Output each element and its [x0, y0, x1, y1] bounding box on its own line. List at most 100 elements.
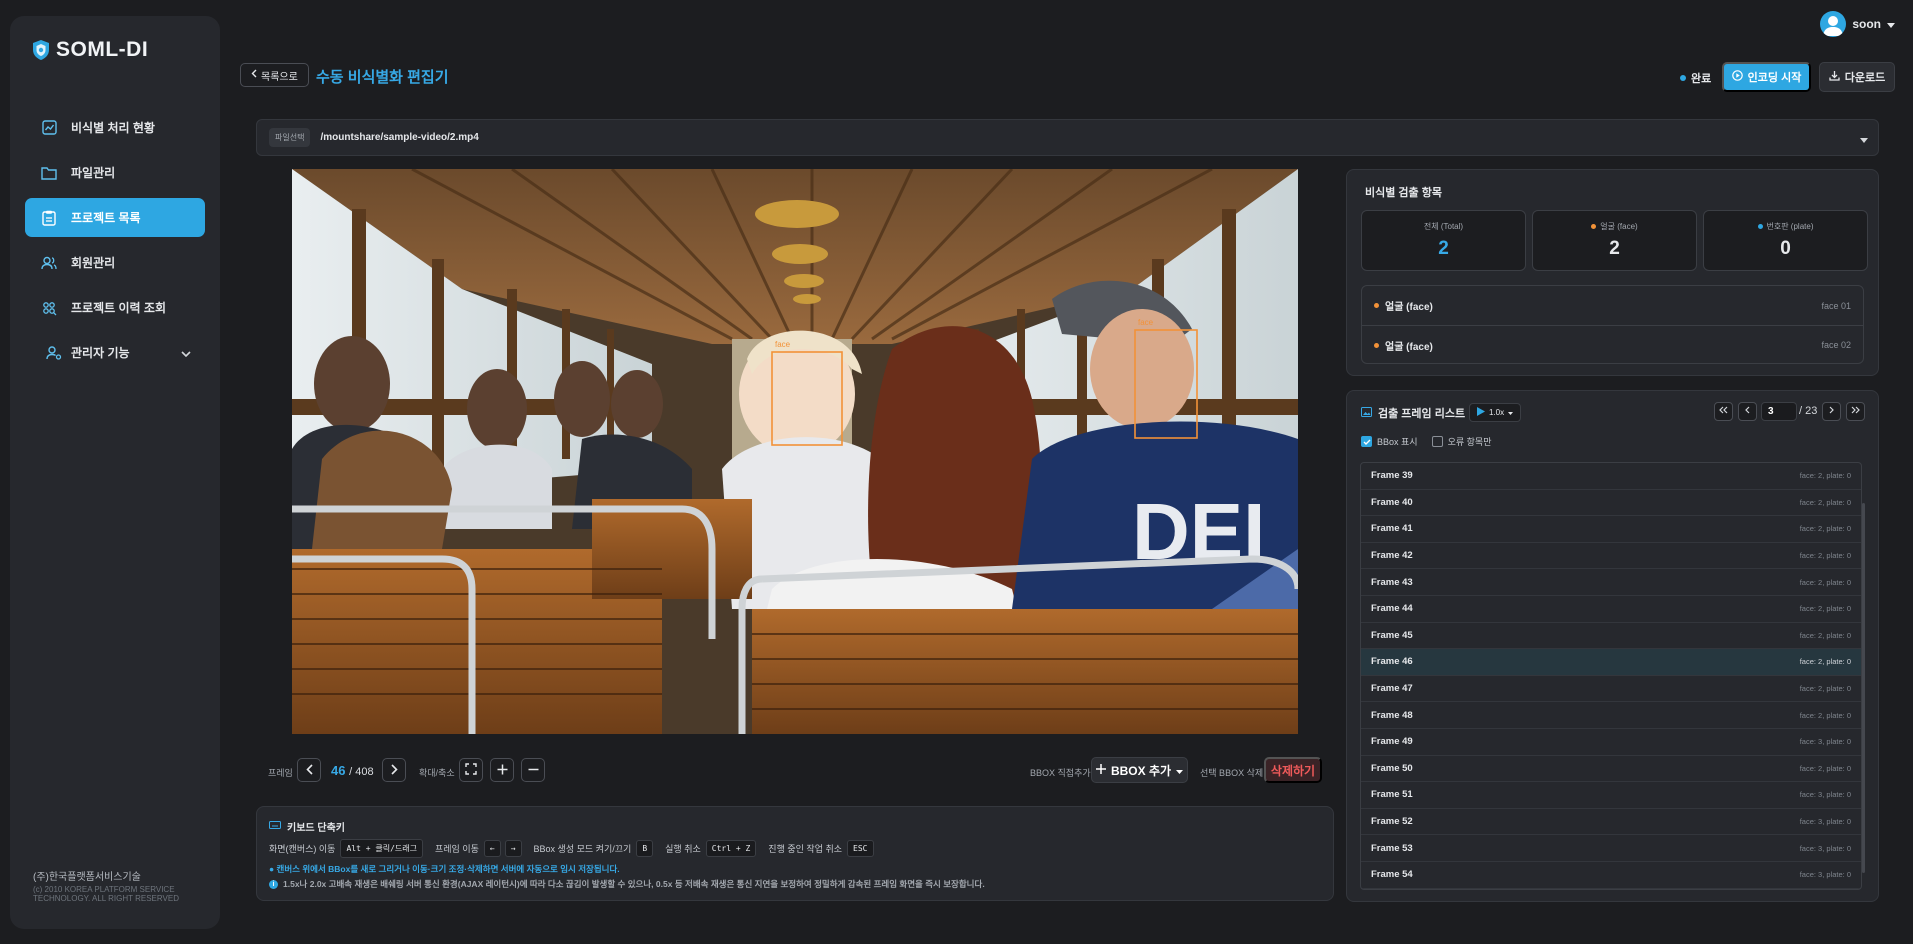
avatar: [1820, 11, 1847, 37]
double-chevron-right-icon: [1851, 406, 1860, 417]
playback-note: i 1.5x나 2.0x 고배속 재생은 배쉐링 서버 통신 환경(AJAX 레…: [269, 878, 985, 890]
frame-meta: face: 2, plate: 0: [1799, 497, 1851, 507]
show-bbox-checkbox[interactable]: BBox 표시: [1361, 435, 1418, 448]
company-name: (주)한국플랫폼서비스기술: [33, 872, 141, 883]
frame-list-item[interactable]: Frame 53 face: 3, plate: 0: [1361, 835, 1861, 862]
page-input[interactable]: 3: [1761, 402, 1797, 421]
frame-list-item[interactable]: Frame 50 face: 2, plate: 0: [1361, 756, 1861, 783]
face-dot: [1374, 303, 1379, 308]
frame-list-item[interactable]: Frame 40 face: 2, plate: 0: [1361, 490, 1861, 517]
first-page-button[interactable]: [1714, 402, 1733, 421]
playback-note-text: 1.5x나 2.0x 고배속 재생은 배쉐링 서버 통신 환경(AJAX 레이턴…: [283, 879, 985, 889]
detection-item[interactable]: 얼굴 (face) face 02: [1362, 325, 1863, 364]
shortcut-label: 화면(캔버스) 이동: [269, 844, 336, 854]
chevron-left-icon: [251, 69, 257, 81]
next-page-button[interactable]: [1822, 402, 1841, 421]
frame-list-item[interactable]: Frame 44 face: 2, plate: 0: [1361, 596, 1861, 623]
playback-speed-button[interactable]: 1.0x: [1469, 403, 1522, 422]
prev-page-button[interactable]: [1738, 402, 1757, 421]
frame-list-item[interactable]: Frame 47 face: 2, plate: 0: [1361, 676, 1861, 703]
file-select[interactable]: 파일선택 /mountshare/sample-video/2.mp4: [256, 119, 1879, 156]
sidebar-item-label: 파일관리: [71, 166, 116, 180]
zoom-in-button[interactable]: [490, 758, 514, 782]
frame-list-item[interactable]: Frame 43 face: 2, plate: 0: [1361, 569, 1861, 596]
frame-list-item[interactable]: Frame 54 face: 3, plate: 0: [1361, 862, 1861, 889]
stat-label: 얼굴 (face): [1533, 221, 1696, 232]
status-dot: [1680, 75, 1686, 81]
frame-counter: 46 / 408: [331, 763, 374, 778]
detection-label: 얼굴 (face): [1385, 341, 1433, 353]
back-label: 목록으로: [261, 71, 298, 83]
status-badge: 완료: [1680, 70, 1711, 86]
stats-title: 비식별 검출 항목: [1365, 187, 1442, 199]
frame-list-item[interactable]: Frame 49 face: 3, plate: 0: [1361, 729, 1861, 756]
frame-list-panel: 검출 프레임 리스트 1.0x BBox 표시 오류 항목만 Frame 39 f…: [1346, 390, 1879, 902]
frame-list-item[interactable]: Frame 42 face: 2, plate: 0: [1361, 543, 1861, 570]
start-encoding-button[interactable]: 인코딩 시작: [1722, 62, 1811, 92]
stat-label-text: 얼굴 (face): [1600, 222, 1638, 231]
frame-list-item[interactable]: Frame 52 face: 3, plate: 0: [1361, 809, 1861, 836]
frame-list-item[interactable]: Frame 46 face: 2, plate: 0: [1361, 649, 1861, 676]
back-to-list-button[interactable]: 목록으로: [240, 63, 309, 87]
app-logo[interactable]: SOML-DI: [32, 38, 148, 62]
image-icon: [1361, 406, 1372, 420]
last-page-button[interactable]: [1846, 402, 1865, 421]
shield-logo-icon: [33, 40, 49, 60]
frame-list-item[interactable]: Frame 39 face: 2, plate: 0: [1361, 463, 1861, 490]
errors-only-checkbox[interactable]: 오류 항목만: [1431, 435, 1491, 448]
frame-meta: face: 3, plate: 0: [1799, 843, 1851, 853]
delete-bbox-button[interactable]: 삭제하기: [1264, 757, 1322, 783]
admin-icon: [46, 345, 62, 361]
face-dot: [1374, 342, 1379, 348]
frame-name: Frame 53: [1371, 842, 1413, 854]
shortcut-label: 프레임 이동: [434, 844, 479, 854]
sidebar-item-admin[interactable]: 관리자 기능: [25, 333, 205, 372]
sidebar-item-projects[interactable]: 프로젝트 목록: [25, 198, 205, 237]
frame-list-item[interactable]: Frame 51 face: 3, plate: 0: [1361, 782, 1861, 809]
shortcut-key: ←: [483, 840, 501, 857]
frame-name: Frame 48: [1371, 709, 1413, 721]
stat-value: 2: [1438, 238, 1449, 259]
sidebar-item-files[interactable]: 파일관리: [25, 153, 205, 192]
stat-label: 번호판 (plate): [1704, 221, 1867, 232]
copyright-text: (c) 2010 KOREA PLATFORM SERVICE TECHNOLO…: [33, 885, 179, 903]
face-dot: [1591, 224, 1597, 229]
frame-list-item[interactable]: Frame 48 face: 2, plate: 0: [1361, 702, 1861, 729]
double-chevron-left-icon: [1719, 406, 1728, 417]
stat-card-plate: 번호판 (plate) 0: [1703, 210, 1868, 271]
shortcut-label: BBox 생성 모드 켜기/끄기: [533, 844, 632, 854]
user-menu[interactable]: soon: [1820, 11, 1895, 37]
frame-list-item[interactable]: Frame 41 face: 2, plate: 0: [1361, 516, 1861, 543]
plus-icon: [1095, 763, 1106, 777]
shortcut-label: 실행 취소: [665, 844, 701, 854]
download-button[interactable]: 다운로드: [1819, 62, 1895, 92]
encode-label: 인코딩 시작: [1747, 72, 1802, 84]
plus-icon: [497, 762, 508, 778]
play-icon: [1477, 407, 1485, 418]
sidebar-item-history[interactable]: 프로젝트 이력 조회: [25, 288, 205, 327]
caret-down-icon: [1508, 408, 1514, 417]
stat-label: 전체 (Total): [1362, 221, 1525, 232]
frame-meta: face: 2, plate: 0: [1799, 604, 1851, 614]
face-bbox-01-label: face: [775, 340, 791, 349]
frame-list-item[interactable]: Frame 45 face: 2, plate: 0: [1361, 623, 1861, 650]
video-canvas[interactable]: DEI face face: [292, 169, 1298, 734]
user-name: soon: [1852, 17, 1881, 31]
prev-frame-button[interactable]: [297, 758, 321, 782]
frame-list-scrollbar[interactable]: [1862, 503, 1865, 873]
frame-name: Frame 44: [1371, 603, 1413, 615]
checkbox-empty-icon: [1431, 436, 1443, 447]
add-bbox-button[interactable]: BBOX 추가: [1091, 757, 1188, 783]
frame-name: Frame 49: [1371, 736, 1413, 748]
next-frame-button[interactable]: [382, 758, 406, 782]
detection-list: 얼굴 (face) face 01 얼굴 (face) face 02: [1361, 285, 1864, 364]
sidebar-item-status[interactable]: 비식별 처리 현황: [25, 108, 205, 147]
fit-screen-button[interactable]: [459, 758, 483, 782]
detection-item[interactable]: 얼굴 (face) face 01: [1362, 286, 1863, 325]
frame-name: Frame 42: [1371, 550, 1413, 562]
sidebar-item-members[interactable]: 회원관리: [25, 243, 205, 282]
frame-meta: face: 2, plate: 0: [1799, 763, 1851, 773]
frame-meta: face: 2, plate: 0: [1799, 577, 1851, 587]
zoom-out-button[interactable]: [521, 758, 545, 782]
download-icon: [1829, 70, 1840, 84]
